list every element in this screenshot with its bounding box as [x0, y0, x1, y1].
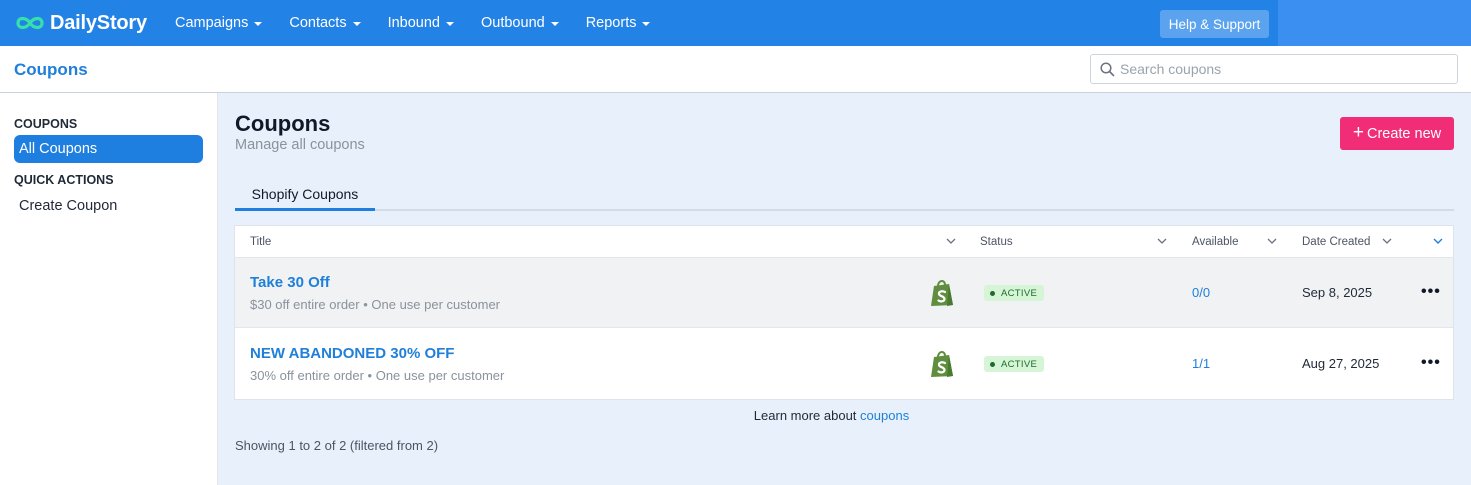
sidebar-item-all-coupons[interactable]: All Coupons: [14, 135, 203, 163]
chevron-down-icon[interactable]: [1433, 238, 1443, 245]
available-count-link[interactable]: 1/1: [1192, 356, 1210, 371]
date-created: Aug 27, 2025: [1302, 356, 1380, 371]
plus-icon: +: [1352, 122, 1364, 143]
status-dot: [990, 290, 995, 296]
more-icon[interactable]: •••: [1421, 354, 1441, 372]
sidebar-item-create-coupon[interactable]: Create Coupon: [19, 198, 117, 214]
infinity-logo-icon: [16, 16, 44, 30]
sidebar: COUPONS All Coupons QUICK ACTIONS Create…: [0, 93, 218, 485]
status-label: ACTIVE: [1001, 358, 1038, 370]
tab-bar: Shopify Coupons: [235, 179, 1454, 211]
pagination-info: Showing 1 to 2 of 2 (filtered from 2): [235, 438, 439, 453]
tab-shopify-coupons[interactable]: Shopify Coupons: [235, 179, 375, 211]
column-available[interactable]: Available: [1192, 226, 1238, 258]
page-title: Coupons: [235, 111, 331, 136]
coupon-title-link[interactable]: Take 30 Off: [250, 274, 330, 291]
chevron-down-icon[interactable]: [946, 238, 956, 245]
nav-campaigns-label: Campaigns: [175, 15, 249, 31]
chevron-down-icon: [642, 21, 651, 26]
chevron-down-icon: [446, 21, 454, 26]
status-badge: ACTIVE: [984, 285, 1045, 301]
chevron-down-icon: [352, 21, 361, 26]
page-header: Coupons: [0, 46, 1471, 93]
chevron-down-icon[interactable]: [1157, 238, 1167, 245]
table-row[interactable]: Take 30 Off $30 off entire order • One u…: [235, 258, 1453, 328]
available-count-link[interactable]: 0/0: [1192, 285, 1210, 300]
create-new-button[interactable]: + Create new: [1340, 117, 1454, 150]
date-created: Sep 8, 2025: [1302, 285, 1373, 300]
more-icon[interactable]: •••: [1421, 283, 1441, 301]
coupons-table: Title Status Available Date Created Take…: [234, 225, 1454, 400]
status-badge: ACTIVE: [984, 356, 1045, 372]
sidebar-heading-quick-actions: QUICK ACTIONS: [14, 173, 114, 187]
coupon-title-link[interactable]: NEW ABANDONED 30% OFF: [250, 345, 454, 362]
chevron-down-icon: [254, 21, 263, 26]
nav-outbound[interactable]: Outbound: [481, 15, 559, 31]
nav-outbound-label: Outbound: [481, 15, 545, 31]
nav-reports[interactable]: Reports: [586, 15, 651, 31]
brand-name: DailyStory: [50, 11, 147, 34]
column-title[interactable]: Title: [250, 226, 271, 258]
status-dot: [990, 361, 995, 367]
search-input[interactable]: [1120, 61, 1440, 77]
brand-logo[interactable]: DailyStory: [14, 10, 147, 36]
main-menu: Campaigns Contacts Inbound Outbound Repo…: [175, 0, 677, 46]
status-label: ACTIVE: [1001, 287, 1038, 299]
column-date-created[interactable]: Date Created: [1302, 226, 1370, 258]
nav-reports-label: Reports: [585, 15, 637, 31]
table-row[interactable]: NEW ABANDONED 30% OFF 30% off entire ord…: [235, 329, 1453, 399]
page-subtitle: Manage all coupons: [235, 137, 365, 153]
coupon-description: 30% off entire order • One use per custo…: [250, 368, 505, 383]
top-navbar: DailyStory Campaigns Contacts Inbound Ou…: [0, 0, 1471, 46]
shopify-icon: [931, 351, 953, 377]
chevron-down-icon[interactable]: [1267, 238, 1277, 245]
sidebar-heading-coupons: COUPONS: [14, 117, 78, 131]
help-support-button[interactable]: Help & Support: [1160, 10, 1269, 38]
create-new-label: Create new: [1366, 125, 1442, 142]
nav-contacts[interactable]: Contacts: [289, 15, 361, 31]
shopify-icon: [931, 280, 953, 306]
search-box[interactable]: [1090, 54, 1458, 84]
section-title: Coupons: [14, 60, 88, 79]
nav-campaigns[interactable]: Campaigns: [175, 15, 263, 31]
coupon-description: $30 off entire order • One use per custo…: [250, 297, 501, 312]
search-icon: [1100, 61, 1115, 77]
learn-more-prefix: Learn more about: [753, 408, 857, 423]
learn-more-line: Learn more about coupons: [754, 408, 909, 423]
learn-more-text: Learn more about coupons: [218, 408, 1471, 423]
coupons-help-link[interactable]: coupons: [860, 408, 909, 423]
column-status[interactable]: Status: [980, 226, 1013, 258]
nav-inbound-label: Inbound: [387, 15, 440, 31]
nav-inbound[interactable]: Inbound: [388, 15, 454, 31]
account-area[interactable]: [1278, 0, 1471, 46]
main-content: Coupons Manage all coupons + Create new …: [218, 93, 1471, 485]
chevron-down-icon[interactable]: [1382, 238, 1392, 245]
nav-contacts-label: Contacts: [289, 15, 347, 31]
chevron-down-icon: [550, 21, 559, 26]
table-header: Title Status Available Date Created: [235, 226, 1453, 258]
